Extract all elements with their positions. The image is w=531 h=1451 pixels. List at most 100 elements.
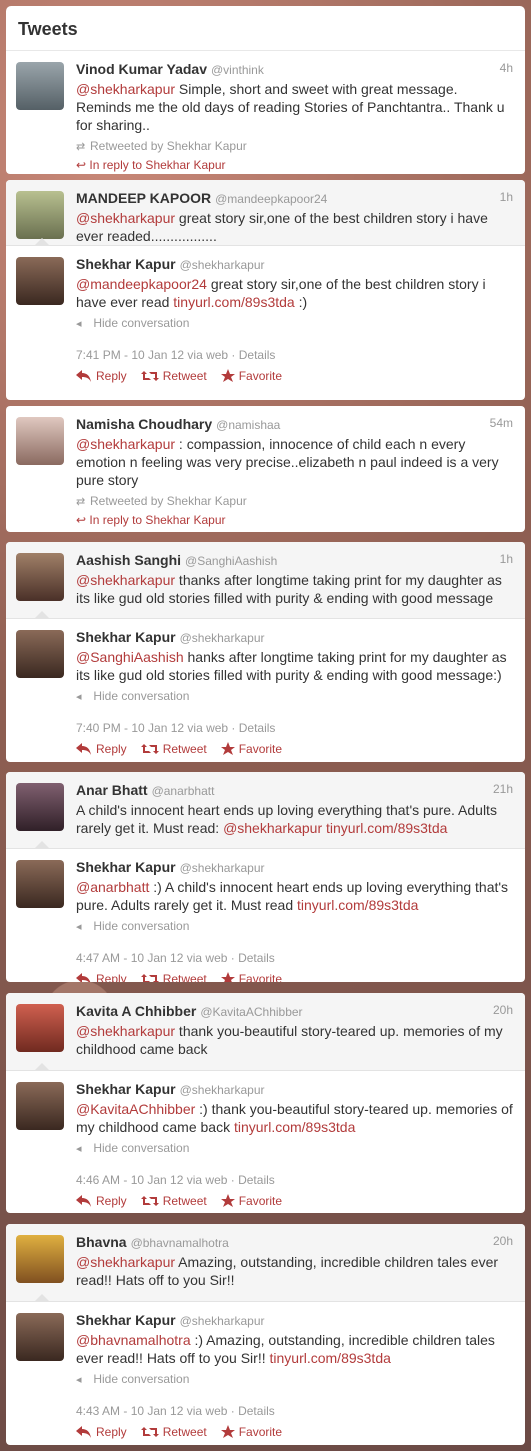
mention-link[interactable]: @shekharkapur: [76, 436, 175, 452]
retweet-button[interactable]: Retweet: [140, 972, 207, 982]
mention-link[interactable]: @KavitaAChhibber: [76, 1101, 195, 1117]
url-link[interactable]: tinyurl.com/89s3tda: [234, 1119, 355, 1135]
in-reply-to[interactable]: ↩ In reply to Shekhar Kapur: [76, 156, 513, 174]
reply-button[interactable]: Reply: [76, 1194, 127, 1208]
avatar[interactable]: [16, 62, 64, 110]
author-name[interactable]: Anar Bhatt: [76, 782, 148, 798]
author-name[interactable]: Shekhar Kapur: [76, 1081, 176, 1097]
retweet-button[interactable]: Retweet: [140, 742, 207, 756]
details-link[interactable]: Details: [238, 1404, 275, 1418]
reply-button[interactable]: Reply: [76, 742, 127, 756]
details-link[interactable]: Details: [238, 951, 275, 965]
hide-conversation-link[interactable]: ◂ Hide conversation: [76, 687, 513, 706]
mention-link[interactable]: @SanghiAashish: [76, 649, 184, 665]
avatar[interactable]: [16, 630, 64, 678]
hide-conversation-link[interactable]: ◂ Hide conversation: [76, 314, 513, 333]
avatar[interactable]: [16, 1313, 64, 1361]
reply-icon: [76, 743, 91, 755]
favorite-button[interactable]: Favorite: [220, 742, 282, 756]
tweets-header: Tweets: [6, 6, 525, 51]
favorite-button[interactable]: Favorite: [220, 1425, 282, 1439]
avatar[interactable]: [16, 1082, 64, 1130]
mention-link[interactable]: @mandeepkapoor24: [76, 276, 207, 292]
tweet-time[interactable]: 21h: [493, 782, 513, 796]
avatar[interactable]: [16, 860, 64, 908]
avatar[interactable]: [16, 257, 64, 305]
author-name[interactable]: Aashish Sanghi: [76, 552, 181, 568]
author-handle[interactable]: @mandeepkapoor24: [215, 192, 327, 206]
author-handle[interactable]: @shekharkapur: [180, 631, 265, 645]
reply-button[interactable]: Reply: [76, 369, 127, 383]
author-name[interactable]: Namisha Choudhary: [76, 416, 212, 432]
tweet-time[interactable]: 54m: [490, 416, 513, 430]
mention-link[interactable]: @shekharkapur: [76, 572, 175, 588]
retweet-button[interactable]: Retweet: [140, 1425, 207, 1439]
mention-link[interactable]: @shekharkapur: [76, 81, 175, 97]
author-name[interactable]: Shekhar Kapur: [76, 1312, 176, 1328]
retweet-button[interactable]: Retweet: [140, 369, 207, 383]
author-handle[interactable]: @namishaa: [216, 418, 280, 432]
tweet-card[interactable]: Namisha Choudhary @namishaa 54m @shekhark…: [6, 406, 525, 532]
avatar[interactable]: [16, 783, 64, 831]
mention-link[interactable]: @bhavnamalhotra: [76, 1332, 191, 1348]
author-name[interactable]: Shekhar Kapur: [76, 629, 176, 645]
tweet-time[interactable]: 20h: [493, 1003, 513, 1017]
conversation-card[interactable]: Bhavna @bhavnamalhotra 20h @shekharkapur …: [6, 1224, 525, 1445]
author-handle[interactable]: @KavitaAChhibber: [200, 1005, 302, 1019]
author-handle[interactable]: @shekharkapur: [180, 1314, 265, 1328]
url-link[interactable]: tinyurl.com/89s3tda: [173, 294, 294, 310]
mention-link[interactable]: @shekharkapur: [76, 1254, 175, 1270]
author-name[interactable]: Kavita A Chhibber: [76, 1003, 196, 1019]
url-link[interactable]: tinyurl.com/89s3tda: [270, 1350, 391, 1366]
details-link[interactable]: Details: [238, 1173, 275, 1187]
conversation-card[interactable]: Anar Bhatt @anarbhatt 21h A child's innoc…: [6, 772, 525, 982]
hide-conversation-link[interactable]: ◂ Hide conversation: [76, 1139, 513, 1158]
author-name[interactable]: Shekhar Kapur: [76, 256, 176, 272]
tweet-time[interactable]: 4h: [500, 61, 513, 75]
conversation-card[interactable]: MANDEEP KAPOOR @mandeepkapoor24 1h @shekh…: [6, 180, 525, 400]
url-link[interactable]: tinyurl.com/89s3tda: [326, 820, 447, 836]
author-handle[interactable]: @anarbhatt: [152, 784, 215, 798]
avatar[interactable]: [16, 1004, 64, 1052]
mention-link[interactable]: @shekharkapur: [76, 210, 175, 226]
mention-link[interactable]: @shekharkapur: [223, 820, 322, 836]
tweet-card[interactable]: Vinod Kumar Yadav @vinthink 4h @shekharka…: [6, 51, 525, 174]
avatar[interactable]: [16, 1235, 64, 1283]
reply-button[interactable]: Reply: [76, 972, 127, 982]
retweet-button[interactable]: Retweet: [140, 1194, 207, 1208]
reply-button[interactable]: Reply: [76, 1425, 127, 1439]
favorite-button[interactable]: Favorite: [220, 369, 282, 383]
author-handle[interactable]: @shekharkapur: [180, 258, 265, 272]
favorite-button[interactable]: Favorite: [220, 972, 282, 982]
conversation-card[interactable]: Kavita A Chhibber @KavitaAChhibber 20h @s…: [6, 993, 525, 1213]
reply-arrow-icon: ↩: [76, 513, 87, 527]
star-icon: [220, 1194, 235, 1207]
author-handle[interactable]: @shekharkapur: [180, 1083, 265, 1097]
url-link[interactable]: tinyurl.com/89s3tda: [297, 897, 418, 913]
author-handle[interactable]: @SanghiAashish: [185, 554, 277, 568]
tweet-time[interactable]: 20h: [493, 1234, 513, 1248]
favorite-button[interactable]: Favorite: [220, 1194, 282, 1208]
details-link[interactable]: Details: [239, 348, 276, 362]
tweet-actions: Reply Retweet Favorite: [76, 1194, 513, 1208]
hide-conversation-link[interactable]: ◂ Hide conversation: [76, 1370, 513, 1389]
conversation-card[interactable]: Aashish Sanghi @SanghiAashish 1h @shekhar…: [6, 542, 525, 762]
details-link[interactable]: Details: [239, 721, 276, 735]
hide-conversation-link[interactable]: ◂ Hide conversation: [76, 917, 513, 936]
tweet-time[interactable]: 1h: [500, 190, 513, 204]
author-name[interactable]: Vinod Kumar Yadav: [76, 61, 207, 77]
mention-link[interactable]: @anarbhatt: [76, 879, 149, 895]
author-handle[interactable]: @shekharkapur: [180, 861, 265, 875]
retweet-icon: [140, 1196, 159, 1206]
mention-link[interactable]: @shekharkapur: [76, 1023, 175, 1039]
avatar[interactable]: [16, 553, 64, 601]
tweet-time[interactable]: 1h: [500, 552, 513, 566]
in-reply-to[interactable]: ↩ In reply to Shekhar Kapur: [76, 511, 513, 529]
author-name[interactable]: Shekhar Kapur: [76, 859, 176, 875]
author-name[interactable]: MANDEEP KAPOOR: [76, 190, 211, 206]
author-handle[interactable]: @bhavnamalhotra: [131, 1236, 229, 1250]
author-name[interactable]: Bhavna: [76, 1234, 127, 1250]
author-handle[interactable]: @vinthink: [211, 63, 264, 77]
avatar[interactable]: [16, 191, 64, 239]
avatar[interactable]: [16, 417, 64, 465]
